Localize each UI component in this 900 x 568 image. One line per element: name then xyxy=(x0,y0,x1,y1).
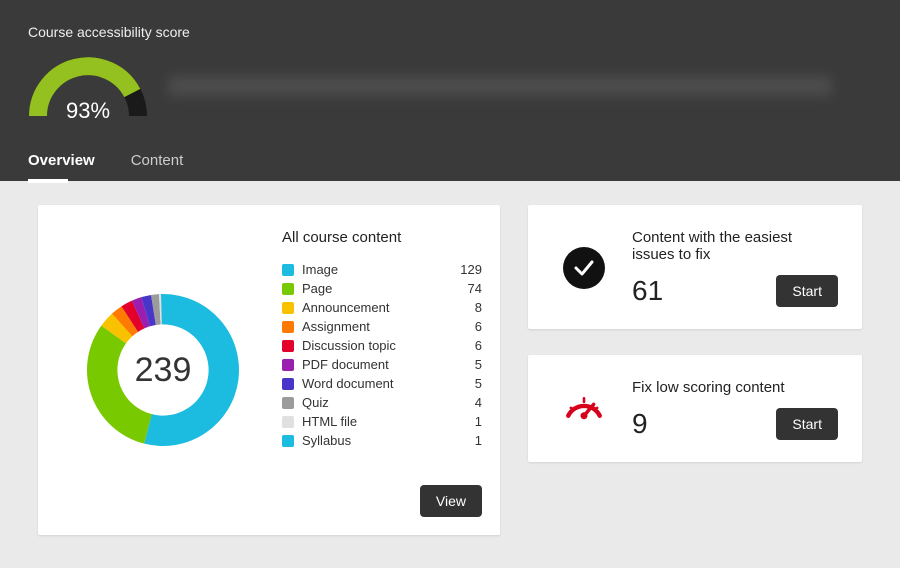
legend-count: 1 xyxy=(467,414,482,429)
legend-label: Announcement xyxy=(302,300,467,315)
legend-swatch xyxy=(282,435,294,447)
legend-row: Announcement8 xyxy=(282,300,482,315)
legend-swatch xyxy=(282,397,294,409)
content-total: 239 xyxy=(135,351,192,390)
content-legend: All course content Image129 Page74 Announc… xyxy=(278,229,482,511)
legend-label: Syllabus xyxy=(302,433,467,448)
legend-row: Quiz4 xyxy=(282,395,482,410)
check-circle-icon xyxy=(563,247,605,289)
legend-count: 8 xyxy=(467,300,482,315)
easy-start-button[interactable]: Start xyxy=(776,275,838,307)
legend-swatch xyxy=(282,340,294,352)
course-title-blurred xyxy=(168,76,832,96)
legend-count: 6 xyxy=(467,319,482,334)
low-score-card: Fix low scoring content 9 Start xyxy=(528,355,862,462)
content-breakdown-card: 239 All course content Image129 Page74 Ann… xyxy=(38,205,500,535)
legend-swatch xyxy=(282,378,294,390)
legend-row: HTML file1 xyxy=(282,414,482,429)
score-percent: 93% xyxy=(28,98,148,124)
tab-content[interactable]: Content xyxy=(131,140,184,181)
legend-count: 6 xyxy=(467,338,482,353)
legend-row: PDF document5 xyxy=(282,357,482,372)
accessibility-gauge: 93% xyxy=(28,56,148,116)
easy-issues-title: Content with the easiest issues to fix xyxy=(632,229,838,263)
low-start-button[interactable]: Start xyxy=(776,408,838,440)
legend-label: Discussion topic xyxy=(302,338,467,353)
easy-issues-count: 61 xyxy=(632,275,663,307)
legend-row: Discussion topic6 xyxy=(282,338,482,353)
legend-swatch xyxy=(282,283,294,295)
legend-row: Word document5 xyxy=(282,376,482,391)
view-button[interactable]: View xyxy=(420,485,482,517)
legend-row: Assignment6 xyxy=(282,319,482,334)
legend-row: Image129 xyxy=(282,262,482,277)
tabs: Overview Content xyxy=(28,140,872,181)
legend-count: 5 xyxy=(467,376,482,391)
low-score-count: 9 xyxy=(632,408,648,440)
legend-count: 74 xyxy=(460,281,482,296)
legend-count: 129 xyxy=(452,262,482,277)
right-column: Content with the easiest issues to fix 6… xyxy=(528,205,862,535)
legend-swatch xyxy=(282,264,294,276)
legend-label: HTML file xyxy=(302,414,467,429)
legend-label: PDF document xyxy=(302,357,467,372)
legend-swatch xyxy=(282,359,294,371)
content-legend-title: All course content xyxy=(282,229,482,246)
main: 239 All course content Image129 Page74 Ann… xyxy=(0,181,900,559)
page-title: Course accessibility score xyxy=(28,24,872,40)
legend-row: Page74 xyxy=(282,281,482,296)
speedometer-icon xyxy=(563,386,605,433)
header: Course accessibility score 93% Overview … xyxy=(0,0,900,181)
legend-label: Quiz xyxy=(302,395,467,410)
content-donut-chart: 239 xyxy=(48,229,278,511)
legend-swatch xyxy=(282,302,294,314)
legend-label: Page xyxy=(302,281,460,296)
legend-label: Assignment xyxy=(302,319,467,334)
legend-count: 1 xyxy=(467,433,482,448)
legend-swatch xyxy=(282,321,294,333)
easy-issues-card: Content with the easiest issues to fix 6… xyxy=(528,205,862,329)
low-score-title: Fix low scoring content xyxy=(632,379,838,396)
legend-row: Syllabus1 xyxy=(282,433,482,448)
legend-label: Word document xyxy=(302,376,467,391)
legend-count: 4 xyxy=(467,395,482,410)
legend-swatch xyxy=(282,416,294,428)
score-row: 93% xyxy=(28,56,872,116)
tab-overview[interactable]: Overview xyxy=(28,140,95,181)
legend-count: 5 xyxy=(467,357,482,372)
legend-label: Image xyxy=(302,262,452,277)
